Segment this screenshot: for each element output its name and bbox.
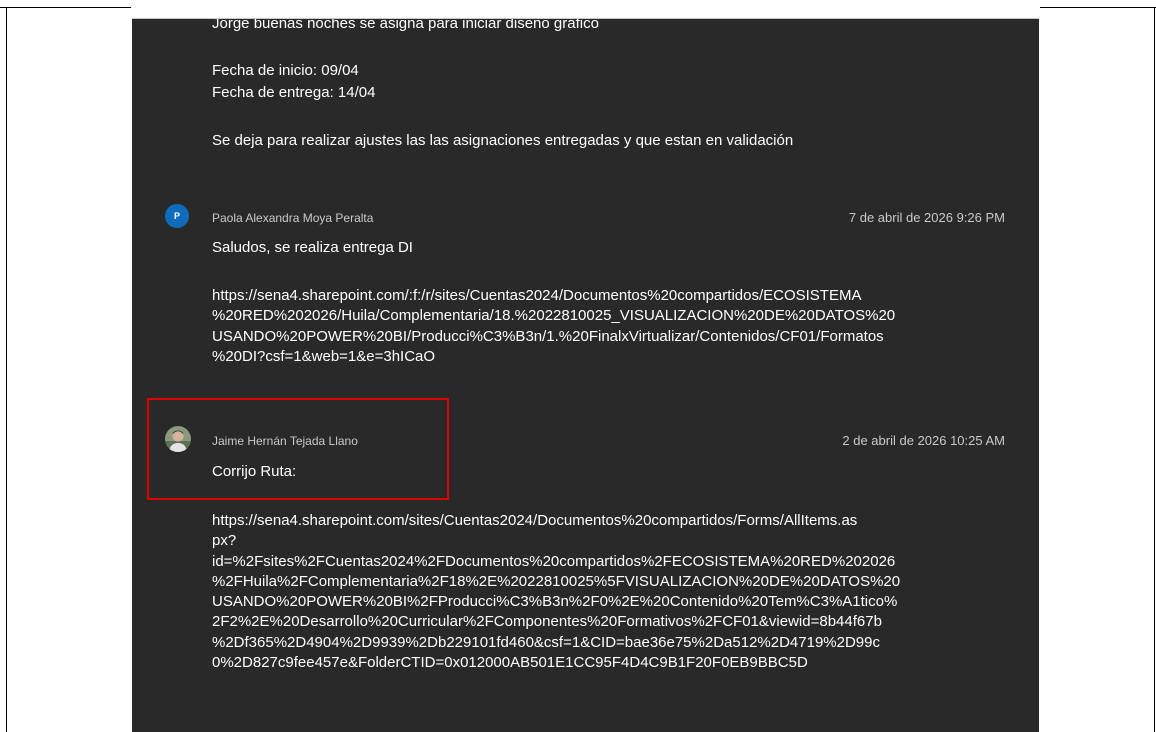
frame-left-line xyxy=(6,7,7,732)
message-link[interactable]: https://sena4.sharepoint.com/:f:/r/sites… xyxy=(212,286,895,367)
message-timestamp: 2 de abril de 2026 10:25 AM xyxy=(842,433,1005,448)
start-date-text: Fecha de inicio: 09/04 xyxy=(212,62,359,79)
link-line: px? xyxy=(212,532,237,550)
frame-right-line xyxy=(1154,7,1155,732)
link-line: id=%2Fsites%2FCuentas2024%2FDocumentos%2… xyxy=(212,552,896,570)
message-author[interactable]: Paola Alexandra Moya Peralta xyxy=(212,211,373,225)
link-line: %20DI?csf=1&web=1&e=3hICaO xyxy=(212,347,436,365)
highlight-box xyxy=(147,398,449,500)
link-line: https://sena4.sharepoint.com/sites/Cuent… xyxy=(212,512,858,529)
link-line: USANDO%20POWER%20BI%2FProducci%C3%B3n%2F… xyxy=(212,593,898,611)
end-date-text: Fecha de entrega: 14/04 xyxy=(212,84,376,101)
avatar-initial: P xyxy=(173,211,180,221)
link-line: %2FHuila%2FComplementaria%2F18%2E%202281… xyxy=(212,572,901,590)
avatar[interactable]: P xyxy=(165,204,189,228)
link-line: 0%2D827c9fee457e&FolderCTID=0x012000AB50… xyxy=(212,654,808,672)
frame-top-right-line xyxy=(1040,7,1156,8)
link-line: https://sena4.sharepoint.com/:f:/r/sites… xyxy=(212,287,862,304)
message-link[interactable]: https://sena4.sharepoint.com/sites/Cuent… xyxy=(212,511,900,673)
frame-top-left-line xyxy=(0,7,131,8)
message-thread-panel: Jorge buenas noches se asigna para inici… xyxy=(132,19,1039,732)
link-line: %20RED%202026/Huila/Complementaria/18.%2… xyxy=(212,307,896,325)
note-text: Se deja para realizar ajustes las las as… xyxy=(212,132,794,149)
message-timestamp: 7 de abril de 2026 9:26 PM xyxy=(848,210,1005,225)
link-line: USANDO%20POWER%20BI/Producci%C3%B3n/1.%2… xyxy=(212,327,884,345)
link-line: 2F2%2E%20Desarrollo%20Curricular%2FCompo… xyxy=(212,613,882,631)
message-text-line: Jorge buenas noches se asigna para inici… xyxy=(212,19,599,32)
message-body: Saludos, se realiza entrega DI xyxy=(212,239,413,256)
link-line: %2Df365%2D4904%2D9939%2Db229101fd460&csf… xyxy=(212,633,880,651)
